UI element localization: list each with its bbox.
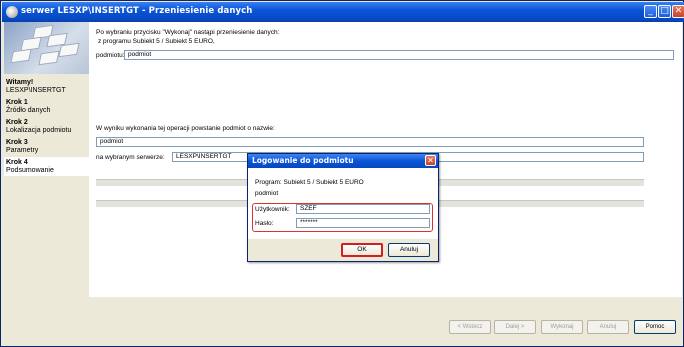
back-button[interactable]: < Wstecz [449, 320, 491, 334]
new-podmiot-name-field: podmiot [96, 137, 644, 147]
close-button[interactable]: ✕ [672, 5, 684, 18]
cancel-button[interactable]: Anuluj [587, 320, 629, 334]
intro-text: Po wybraniu przycisku "Wykonaj" nastąpi … [96, 29, 280, 36]
podmiot-field: podmiot [124, 50, 674, 60]
dialog-close-button[interactable]: ✕ [425, 155, 436, 166]
login-dialog: Logowanie do podmiotu ✕ Program: Subiekt… [247, 153, 439, 262]
sidebar-item-label: Podsumowanie [6, 167, 54, 174]
podmiot-label: podmiotu: [96, 52, 125, 59]
sidebar-item-welcome[interactable]: Witamy! LESXP\INSERTGT [6, 79, 88, 95]
username-input[interactable]: SZEF [296, 204, 430, 214]
execute-button[interactable]: Wykonaj [541, 320, 583, 334]
next-button[interactable]: Dalej > [494, 320, 536, 334]
dialog-title: Logowanie do podmiotu [252, 156, 354, 165]
dialog-program-text: Program: Subiekt 5 / Subiekt 5 EURO [255, 179, 364, 186]
user-label: Użytkownik: [255, 206, 290, 213]
sidebar-item-label: Lokalizacja podmiotu [6, 127, 72, 134]
window-title: serwer LESXP\INSERTGT - Przeniesienie da… [21, 6, 253, 16]
password-input[interactable]: ******* [296, 218, 430, 228]
source-text: z programu Subiekt 5 / Subiekt 5 EURO, [98, 38, 215, 45]
sidebar-banner-image [4, 22, 89, 74]
sidebar-item-step-2[interactable]: Krok 2 Lokalizacja podmiotu [6, 119, 88, 135]
result-text: W wyniku wykonania tej operacji powstani… [96, 125, 275, 132]
dialog-cancel-button[interactable]: Anuluj [388, 243, 430, 257]
sidebar-item-step-4[interactable]: Krok 4 Podsumowanie [6, 159, 88, 175]
sidebar-item-step-3[interactable]: Krok 3 Parametry [6, 139, 88, 155]
wizard-sidebar: Witamy! LESXP\INSERTGT Krok 1 Źródło dan… [4, 22, 89, 344]
sidebar-item-title: Witamy! [6, 79, 34, 86]
dialog-body: Program: Subiekt 5 / Subiekt 5 EURO podm… [248, 168, 438, 239]
dialog-podmiot-text: podmiot [255, 190, 279, 197]
sidebar-item-label: LESXP\INSERTGT [6, 87, 66, 94]
ok-button[interactable]: OK [341, 243, 383, 257]
server-label: na wybranym serwerze: [96, 154, 165, 161]
help-button[interactable]: Pomoc [634, 320, 676, 334]
app-window: serwer LESXP\INSERTGT - Przeniesienie da… [0, 0, 684, 347]
wizard-button-bar: < Wstecz Dalej > Wykonaj Anuluj Pomoc [89, 297, 682, 344]
sidebar-item-label: Parametry [6, 147, 39, 154]
dialog-footer: OK Anuluj [248, 239, 438, 261]
app-icon [6, 6, 18, 18]
sidebar-item-label: Źródło danych [6, 107, 51, 114]
dialog-titlebar[interactable]: Logowanie do podmiotu ✕ [248, 154, 438, 168]
password-label: Hasło: [255, 220, 274, 227]
maximize-button[interactable]: □ [658, 5, 671, 18]
sidebar-item-title: Krok 3 [6, 139, 28, 146]
sidebar-item-title: Krok 4 [6, 159, 28, 166]
sidebar-item-title: Krok 2 [6, 119, 28, 126]
window-titlebar[interactable]: serwer LESXP\INSERTGT - Przeniesienie da… [2, 2, 684, 22]
sidebar-item-title: Krok 1 [6, 99, 28, 106]
sidebar-item-step-1[interactable]: Krok 1 Źródło danych [6, 99, 88, 115]
minimize-button[interactable]: _ [644, 5, 657, 18]
